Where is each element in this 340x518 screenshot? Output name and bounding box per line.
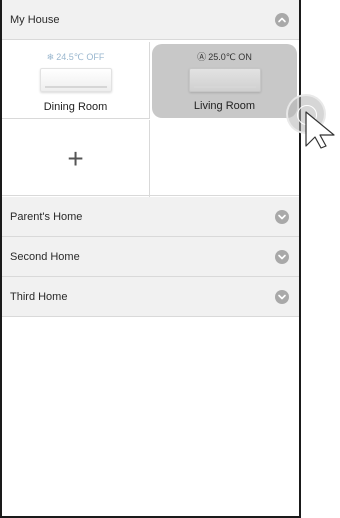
chevron-up-icon[interactable] <box>275 12 289 27</box>
snowflake-icon: ❄ <box>46 51 55 62</box>
add-room-button[interactable]: + <box>2 120 150 197</box>
group-header-second-home[interactable]: Second Home <box>2 237 299 277</box>
auto-mode-icon: Ⓐ <box>197 51 207 62</box>
group-title: My House <box>10 13 60 26</box>
room-status: ❄ 24.5℃ OFF <box>47 52 105 62</box>
room-status: Ⓐ 25.0℃ ON <box>197 52 252 62</box>
room-card-dining-room[interactable]: ❄ 24.5℃ OFF Dining Room <box>2 42 150 119</box>
group-title: Second Home <box>10 250 80 263</box>
chevron-down-icon[interactable] <box>275 289 289 304</box>
plus-icon: + <box>67 142 84 174</box>
room-status-text: 25.0℃ ON <box>208 51 252 62</box>
air-conditioner-image <box>39 68 112 92</box>
app-screen: My House ❄ 24.5℃ OFF Dining Room Ⓐ 25.0℃… <box>0 0 301 518</box>
room-name: Dining Room <box>43 101 108 113</box>
empty-room-slot <box>151 120 299 197</box>
cursor-arrow-icon <box>305 111 335 149</box>
air-conditioner-image <box>188 68 261 92</box>
chevron-down-icon[interactable] <box>275 249 289 264</box>
room-grid: ❄ 24.5℃ OFF Dining Room Ⓐ 25.0℃ ON Livin… <box>2 42 299 197</box>
group-header-my-house[interactable]: My House <box>2 0 299 40</box>
room-status-text: 24.5℃ OFF <box>56 51 105 62</box>
group-title: Third Home <box>10 290 68 303</box>
room-card-living-room[interactable]: Ⓐ 25.0℃ ON Living Room <box>152 44 297 118</box>
group-title: Parent's Home <box>10 210 83 223</box>
chevron-down-icon[interactable] <box>275 209 289 224</box>
room-name: Living Room <box>193 100 256 112</box>
group-header-third-home[interactable]: Third Home <box>2 277 299 317</box>
group-header-parents-home[interactable]: Parent's Home <box>2 197 299 237</box>
